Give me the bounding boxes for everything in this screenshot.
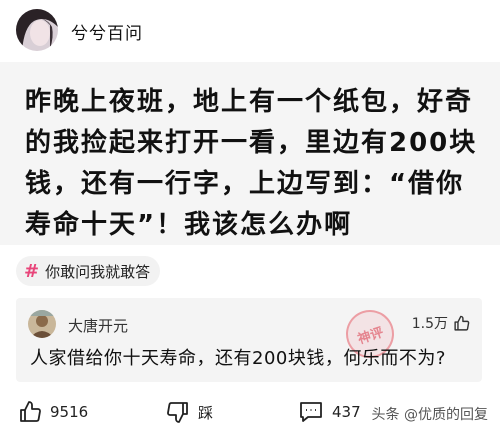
comment-button[interactable]: 437 [298,400,361,424]
comment-avatar[interactable] [28,310,56,338]
thumbs-up-icon [18,400,42,424]
comment-like-button[interactable]: 1.5万 [412,313,470,333]
comment-author[interactable]: 大唐开元 [68,315,128,336]
thumbs-up-icon [453,315,470,332]
topic-label: 你敢问我就敢答 [45,262,151,281]
user-avatar[interactable] [16,9,58,51]
hashtag-icon: # [24,260,40,282]
username[interactable]: 兮兮百问 [71,19,143,44]
like-button[interactable]: 9516 [18,400,88,424]
action-bar: 9516 踩 437 头条 @优质的回复 [0,392,500,432]
comment-like-count: 1.5万 [411,316,448,332]
comment-text: 人家借给你十天寿命，还有200块钱，何乐而不为? [30,348,446,369]
dislike-label: 踩 [198,403,214,422]
comment-icon [298,400,324,424]
post-header: 兮兮百问 [0,0,500,62]
topic-tag[interactable]: # 你敢问我就敢答 [16,256,161,286]
top-comment: 大唐开元 神评 1.5万 人家借给你十天寿命，还有200块钱，何乐而不为? [16,298,482,382]
dislike-button[interactable]: 踩 [166,400,213,424]
comment-count: 437 [332,403,361,421]
post-body: 昨晚上夜班，地上有一个纸包，好奇的我捡起来打开一看，里边有200块钱，还有一行字… [0,62,500,245]
watermark: 头条 @优质的回复 [371,407,488,423]
thumbs-down-icon [166,400,190,424]
post-text: 昨晚上夜班，地上有一个纸包，好奇的我捡起来打开一看，里边有200块钱，还有一行字… [25,87,478,240]
like-count: 9516 [50,403,89,421]
